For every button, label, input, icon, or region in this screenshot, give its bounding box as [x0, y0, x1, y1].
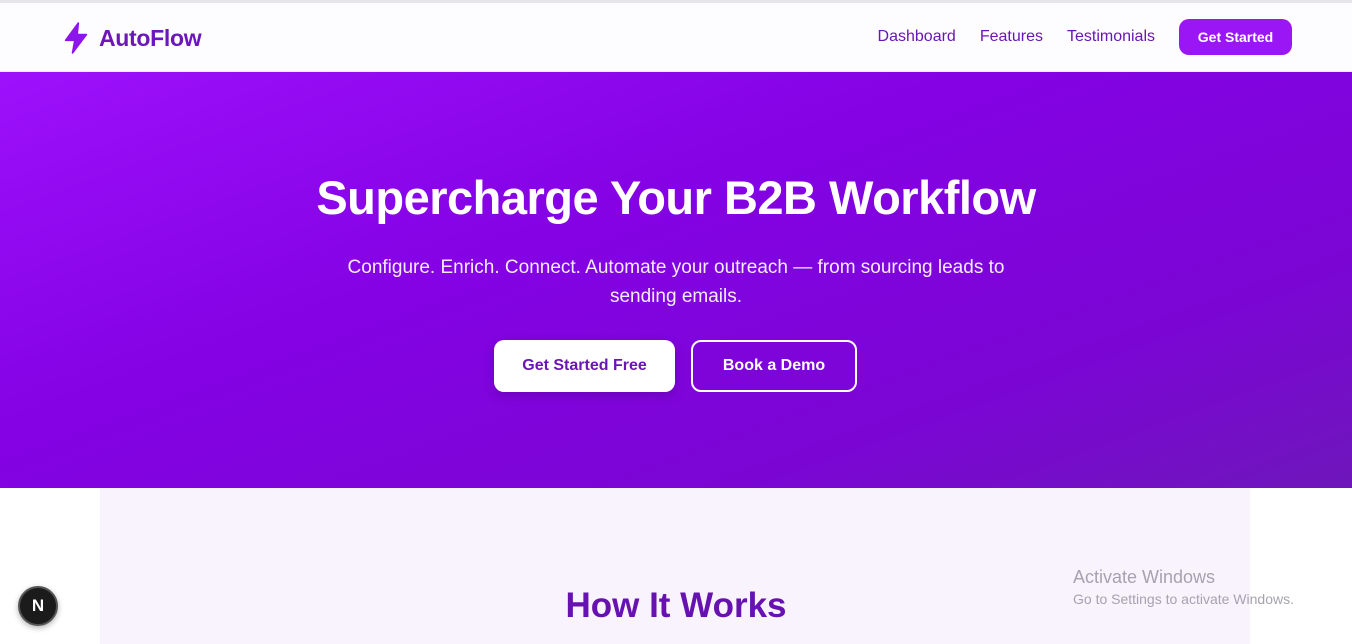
- hero-section: Supercharge Your B2B Workflow Configure.…: [0, 72, 1352, 488]
- get-started-button[interactable]: Get Started: [1179, 19, 1292, 55]
- nav-link-features[interactable]: Features: [980, 28, 1043, 46]
- get-started-free-button[interactable]: Get Started Free: [494, 340, 675, 392]
- lightning-bolt-icon: [64, 22, 88, 54]
- dev-tools-badge[interactable]: N: [18, 586, 58, 626]
- nav-link-testimonials[interactable]: Testimonials: [1067, 28, 1155, 46]
- navbar: AutoFlow Dashboard Features Testimonials…: [0, 3, 1352, 72]
- hero-title: Supercharge Your B2B Workflow: [316, 171, 1036, 224]
- nav-link-dashboard[interactable]: Dashboard: [878, 28, 956, 46]
- hero-subtitle: Configure. Enrich. Connect. Automate you…: [347, 257, 1005, 307]
- book-demo-button[interactable]: Book a Demo: [691, 340, 857, 392]
- activate-windows-watermark: Activate Windows Go to Settings to activ…: [1073, 567, 1294, 607]
- activate-windows-subtitle: Go to Settings to activate Windows.: [1073, 591, 1294, 607]
- brand-name: AutoFlow: [99, 24, 202, 51]
- activate-windows-title: Activate Windows: [1073, 567, 1216, 587]
- dev-tools-badge-letter: N: [31, 596, 45, 615]
- main-nav: Dashboard Features Testimonials Get Star…: [878, 19, 1292, 55]
- brand-logo[interactable]: AutoFlow: [62, 22, 202, 54]
